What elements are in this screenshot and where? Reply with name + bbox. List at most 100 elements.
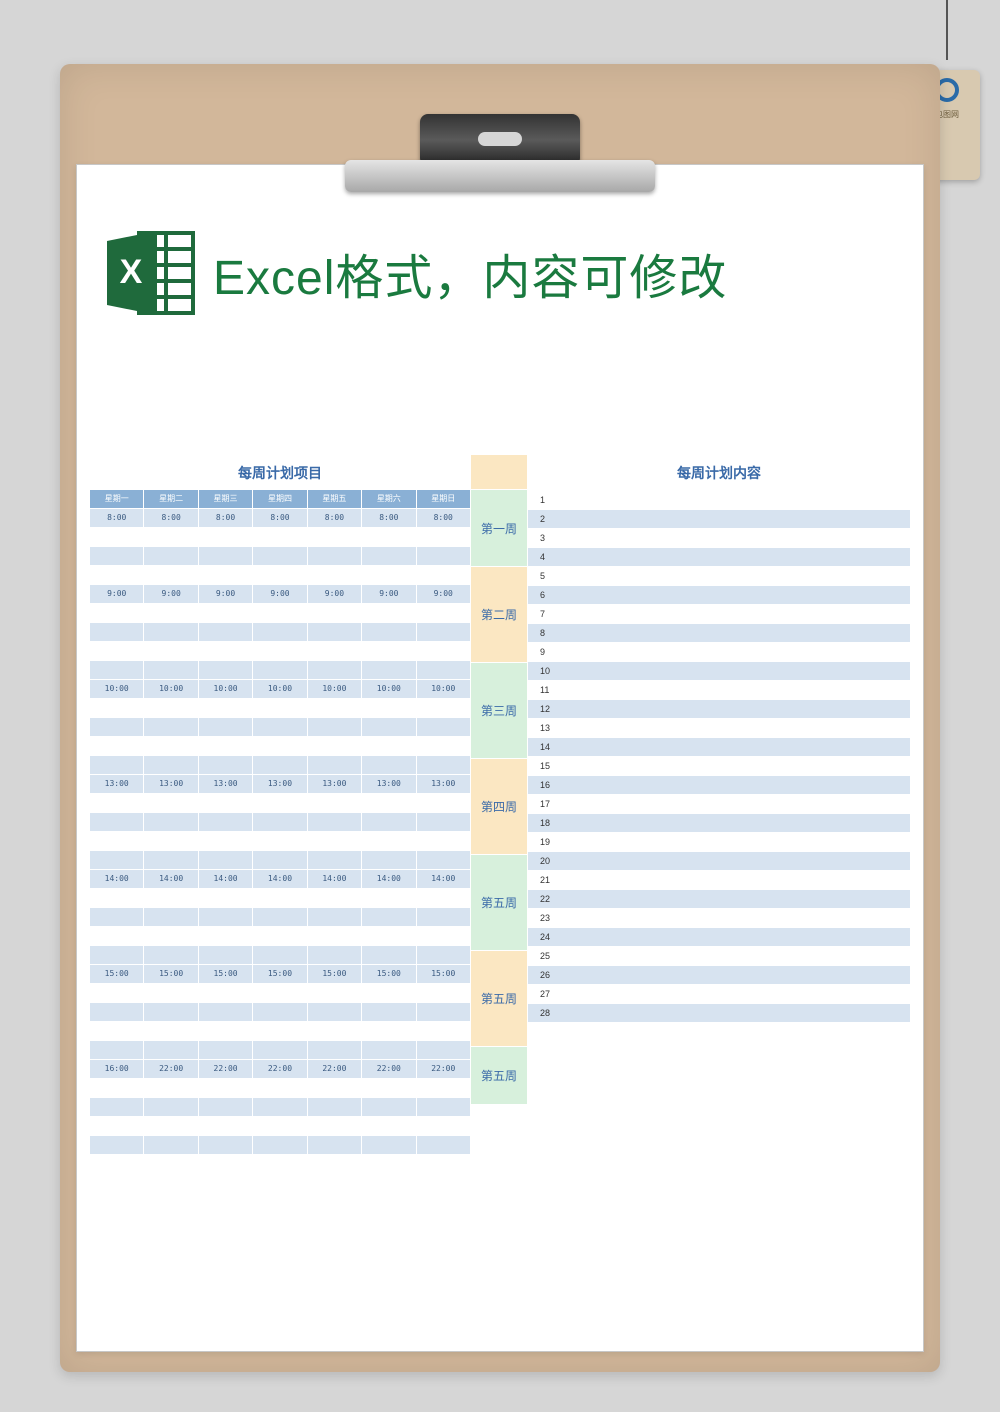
empty-cell[interactable] bbox=[362, 1021, 416, 1040]
empty-cell[interactable] bbox=[308, 1078, 362, 1097]
empty-cell[interactable] bbox=[90, 945, 144, 964]
empty-cell[interactable] bbox=[253, 1078, 307, 1097]
time-cell[interactable]: 9:00 bbox=[362, 584, 416, 603]
time-cell[interactable]: 15:00 bbox=[90, 964, 144, 983]
empty-cell[interactable] bbox=[417, 755, 470, 774]
empty-cell[interactable] bbox=[144, 1021, 198, 1040]
empty-cell[interactable] bbox=[417, 926, 470, 945]
empty-cell[interactable] bbox=[144, 1040, 198, 1059]
empty-cell[interactable] bbox=[253, 1097, 307, 1116]
time-cell[interactable]: 8:00 bbox=[144, 508, 198, 527]
empty-cell[interactable] bbox=[144, 1116, 198, 1135]
empty-cell[interactable] bbox=[308, 1097, 362, 1116]
empty-cell[interactable] bbox=[308, 603, 362, 622]
empty-cell[interactable] bbox=[253, 603, 307, 622]
empty-cell[interactable] bbox=[90, 1097, 144, 1116]
empty-cell[interactable] bbox=[90, 736, 144, 755]
empty-cell[interactable] bbox=[90, 717, 144, 736]
empty-cell[interactable] bbox=[417, 888, 470, 907]
time-cell[interactable]: 9:00 bbox=[144, 584, 198, 603]
empty-cell[interactable] bbox=[199, 1135, 253, 1154]
empty-cell[interactable] bbox=[362, 888, 416, 907]
time-cell[interactable]: 10:00 bbox=[362, 679, 416, 698]
empty-cell[interactable] bbox=[253, 812, 307, 831]
empty-cell[interactable] bbox=[253, 945, 307, 964]
empty-cell[interactable] bbox=[144, 1002, 198, 1021]
time-cell[interactable]: 15:00 bbox=[253, 964, 307, 983]
empty-cell[interactable] bbox=[362, 603, 416, 622]
empty-cell[interactable] bbox=[144, 983, 198, 1002]
empty-cell[interactable] bbox=[144, 755, 198, 774]
empty-cell[interactable] bbox=[253, 1040, 307, 1059]
empty-cell[interactable] bbox=[253, 888, 307, 907]
empty-cell[interactable] bbox=[362, 926, 416, 945]
empty-cell[interactable] bbox=[199, 945, 253, 964]
empty-cell[interactable] bbox=[362, 527, 416, 546]
empty-cell[interactable] bbox=[308, 755, 362, 774]
content-row[interactable]: 23 bbox=[528, 908, 910, 927]
empty-cell[interactable] bbox=[362, 983, 416, 1002]
empty-cell[interactable] bbox=[308, 983, 362, 1002]
time-cell[interactable]: 15:00 bbox=[144, 964, 198, 983]
time-cell[interactable]: 8:00 bbox=[199, 508, 253, 527]
empty-cell[interactable] bbox=[417, 1040, 470, 1059]
empty-cell[interactable] bbox=[308, 641, 362, 660]
time-cell[interactable]: 8:00 bbox=[253, 508, 307, 527]
empty-cell[interactable] bbox=[417, 907, 470, 926]
time-cell[interactable]: 16:00 bbox=[90, 1059, 144, 1078]
empty-cell[interactable] bbox=[144, 736, 198, 755]
empty-cell[interactable] bbox=[417, 736, 470, 755]
empty-cell[interactable] bbox=[90, 755, 144, 774]
time-cell[interactable]: 8:00 bbox=[417, 508, 470, 527]
empty-cell[interactable] bbox=[308, 698, 362, 717]
empty-cell[interactable] bbox=[417, 945, 470, 964]
empty-cell[interactable] bbox=[199, 1040, 253, 1059]
empty-cell[interactable] bbox=[417, 831, 470, 850]
empty-cell[interactable] bbox=[308, 717, 362, 736]
empty-cell[interactable] bbox=[308, 622, 362, 641]
time-cell[interactable]: 22:00 bbox=[362, 1059, 416, 1078]
time-cell[interactable]: 10:00 bbox=[417, 679, 470, 698]
empty-cell[interactable] bbox=[253, 527, 307, 546]
empty-cell[interactable] bbox=[417, 1135, 470, 1154]
empty-cell[interactable] bbox=[362, 907, 416, 926]
content-row[interactable]: 19 bbox=[528, 832, 910, 851]
empty-cell[interactable] bbox=[144, 603, 198, 622]
empty-cell[interactable] bbox=[144, 660, 198, 679]
empty-cell[interactable] bbox=[253, 926, 307, 945]
empty-cell[interactable] bbox=[144, 812, 198, 831]
empty-cell[interactable] bbox=[144, 1078, 198, 1097]
empty-cell[interactable] bbox=[417, 546, 470, 565]
content-row[interactable]: 25 bbox=[528, 946, 910, 965]
empty-cell[interactable] bbox=[308, 907, 362, 926]
empty-cell[interactable] bbox=[144, 641, 198, 660]
content-row[interactable]: 15 bbox=[528, 756, 910, 775]
empty-cell[interactable] bbox=[90, 527, 144, 546]
empty-cell[interactable] bbox=[90, 1021, 144, 1040]
empty-cell[interactable] bbox=[199, 793, 253, 812]
empty-cell[interactable] bbox=[308, 831, 362, 850]
content-row[interactable]: 5 bbox=[528, 566, 910, 585]
empty-cell[interactable] bbox=[90, 850, 144, 869]
empty-cell[interactable] bbox=[308, 1040, 362, 1059]
content-row[interactable]: 26 bbox=[528, 965, 910, 984]
time-cell[interactable]: 15:00 bbox=[199, 964, 253, 983]
time-cell[interactable]: 22:00 bbox=[199, 1059, 253, 1078]
empty-cell[interactable] bbox=[308, 736, 362, 755]
empty-cell[interactable] bbox=[253, 1021, 307, 1040]
empty-cell[interactable] bbox=[362, 831, 416, 850]
empty-cell[interactable] bbox=[362, 546, 416, 565]
empty-cell[interactable] bbox=[253, 622, 307, 641]
time-cell[interactable]: 22:00 bbox=[253, 1059, 307, 1078]
empty-cell[interactable] bbox=[417, 793, 470, 812]
empty-cell[interactable] bbox=[362, 698, 416, 717]
empty-cell[interactable] bbox=[417, 698, 470, 717]
time-cell[interactable]: 8:00 bbox=[308, 508, 362, 527]
empty-cell[interactable] bbox=[362, 945, 416, 964]
empty-cell[interactable] bbox=[144, 546, 198, 565]
empty-cell[interactable] bbox=[308, 546, 362, 565]
empty-cell[interactable] bbox=[253, 660, 307, 679]
time-cell[interactable]: 15:00 bbox=[417, 964, 470, 983]
empty-cell[interactable] bbox=[253, 546, 307, 565]
time-cell[interactable]: 14:00 bbox=[308, 869, 362, 888]
